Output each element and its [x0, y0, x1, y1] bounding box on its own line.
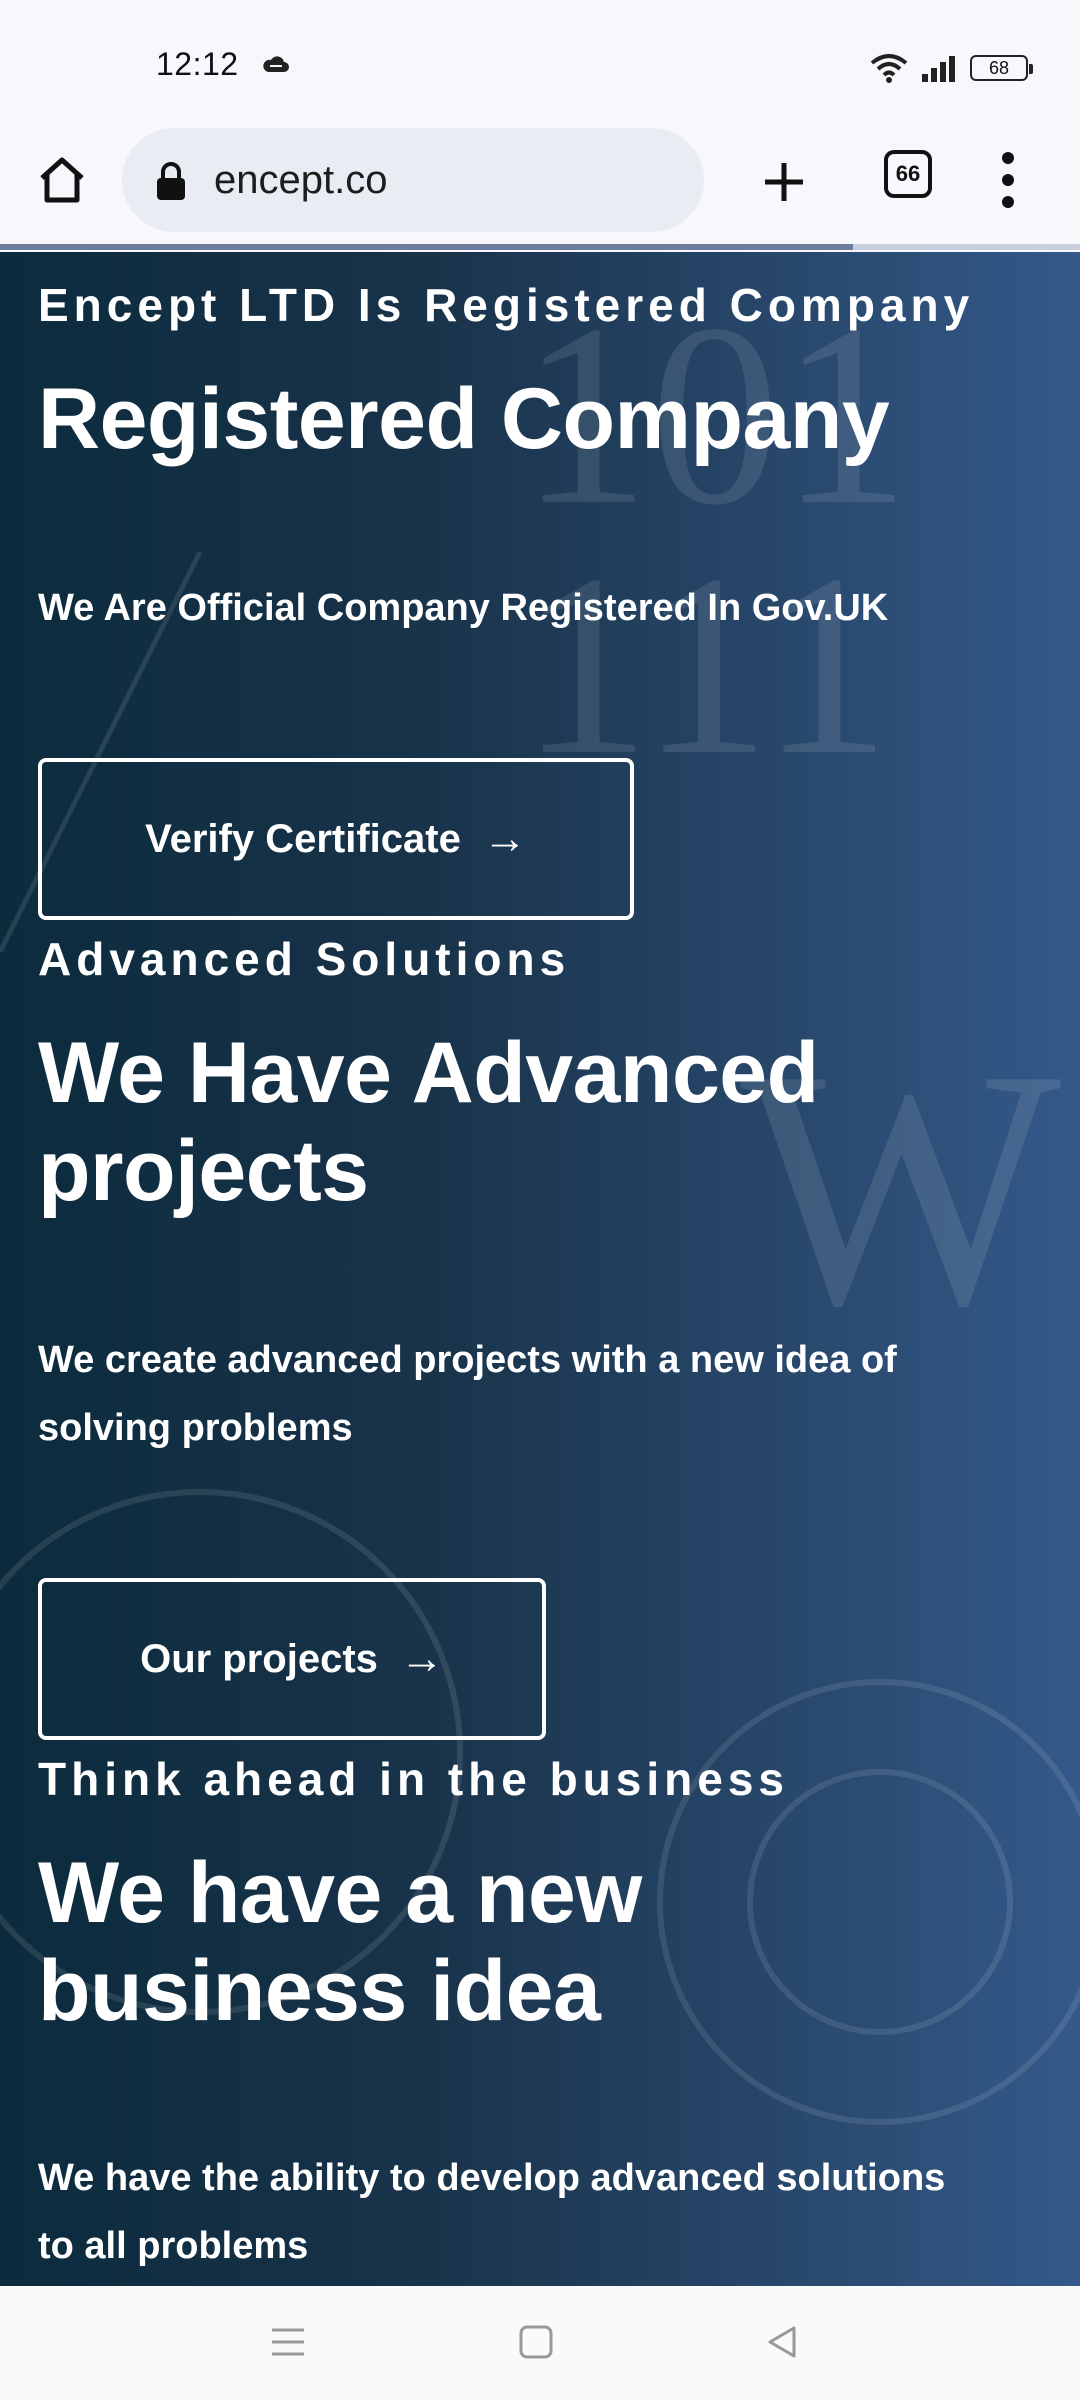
button-label: Verify Certificate — [145, 816, 461, 861]
back-button[interactable] — [754, 2314, 810, 2370]
button-label: Our projects — [140, 1636, 378, 1681]
plus-icon — [765, 163, 803, 201]
recents-button[interactable] — [260, 2314, 316, 2370]
home-nav-button[interactable] — [508, 2314, 564, 2370]
section-kicker: Think ahead in the business — [38, 1753, 790, 1805]
section-description: We Are Official Company Registered In Go… — [38, 587, 889, 629]
section-title: We have a new business idea — [38, 1845, 642, 2039]
section-kicker: Advanced Solutions — [38, 933, 571, 985]
section-kicker: Encept LTD Is Registered Company — [38, 279, 975, 331]
wifi-icon — [870, 54, 908, 83]
section-title: Registered Company — [38, 371, 890, 467]
home-icon — [40, 157, 84, 203]
menu-icon — [272, 2328, 304, 2356]
battery-indicator: 68 — [970, 55, 1033, 81]
section-title: We Have Advanced projects — [38, 1025, 819, 1219]
web-content[interactable]: 101 111 W Encept LTD Is Registered Compa… — [0, 252, 1080, 2286]
status-indicators: 68 — [870, 48, 1033, 88]
back-triangle-icon — [768, 2326, 796, 2358]
section-description: We have the ability to develop advanced … — [38, 2157, 946, 2267]
page-load-progress-fill — [0, 244, 854, 250]
system-nav-bar — [0, 2286, 1080, 2400]
section-description: We create advanced projects with a new i… — [38, 1339, 897, 1449]
tab-switcher-button[interactable]: 66 — [884, 150, 932, 198]
new-tab-button[interactable] — [752, 150, 816, 214]
status-bar: 12:12 68 — [0, 0, 1080, 120]
more-vert-icon — [1002, 152, 1014, 164]
cloud-notification-icon — [263, 56, 289, 72]
arrow-right-icon: → — [399, 1634, 444, 1683]
more-options-button[interactable] — [992, 144, 1024, 216]
url-text: encept.co — [214, 158, 388, 202]
arrow-right-icon: → — [482, 814, 527, 863]
more-vert-icon — [1002, 196, 1014, 208]
our-projects-button[interactable]: Our projects → — [38, 1578, 546, 1740]
status-time: 12:12 — [156, 46, 239, 82]
more-vert-icon — [1002, 174, 1014, 186]
address-bar[interactable]: encept.co — [122, 128, 704, 232]
browser-toolbar: encept.co 66 — [0, 120, 1080, 246]
page-load-progress — [0, 244, 1080, 250]
home-button[interactable] — [30, 148, 94, 212]
verify-certificate-button[interactable]: Verify Certificate → — [38, 758, 634, 920]
lock-icon — [157, 162, 185, 200]
signal-icon — [922, 56, 955, 82]
square-icon — [519, 2325, 553, 2359]
